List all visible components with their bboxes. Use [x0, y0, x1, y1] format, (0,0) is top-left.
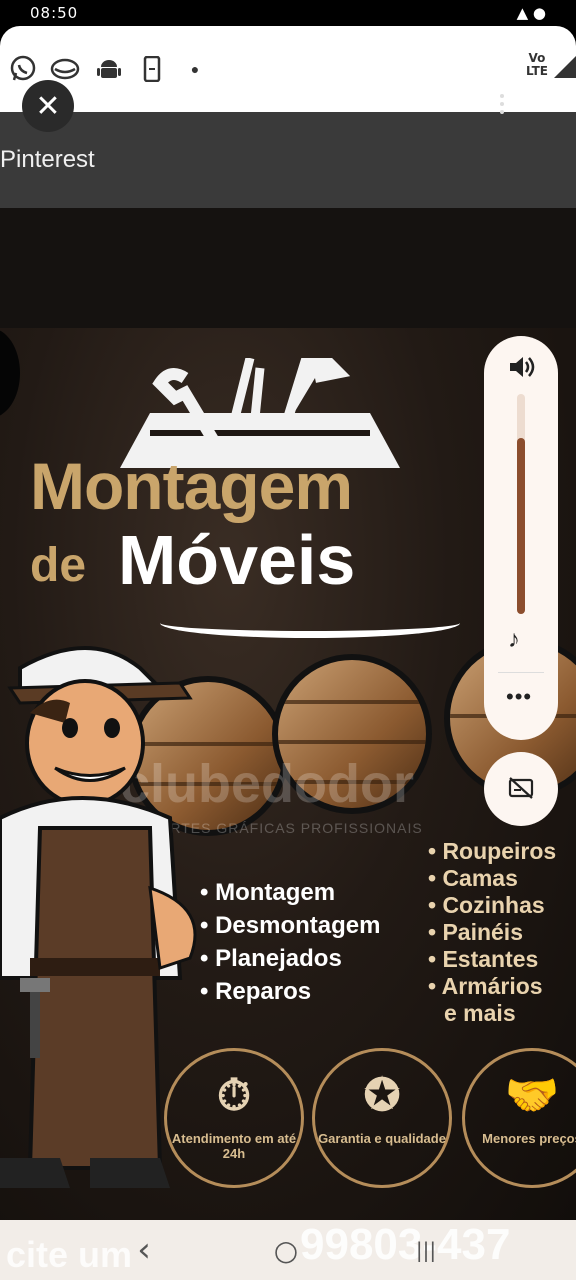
service-item: • Camas: [428, 865, 518, 891]
app-title: Pinterest: [0, 146, 95, 173]
poster-title-prefix: de: [30, 539, 87, 592]
captions-off-icon: [508, 776, 534, 799]
poster-edge: [0, 328, 20, 418]
volume-more-button[interactable]: •••: [506, 684, 532, 710]
badge-label: Atendimento em até 24h: [171, 1131, 297, 1161]
live-caption-button[interactable]: [484, 752, 558, 826]
badge-label: Garantia e qualidade: [318, 1131, 446, 1146]
home-button[interactable]: ○: [256, 1230, 316, 1270]
close-button[interactable]: ✕: [22, 80, 74, 132]
service-item: • Armários: [428, 973, 543, 999]
music-note-icon[interactable]: ♪: [508, 626, 520, 654]
phone-icon: [137, 54, 167, 84]
medal-icon: ✪: [363, 1071, 401, 1120]
poster-top-band: [0, 208, 576, 328]
title-underline: [160, 608, 460, 638]
services-right: • Roupeiros • Camas • Cozinhas • Painéis…: [428, 838, 556, 1027]
service-item: • Desmontagem: [200, 912, 381, 939]
poster-title-line1: Montagem: [30, 449, 353, 523]
service-item: • Planejados: [200, 945, 342, 972]
navigation-bar: ‹ ○ |||: [0, 1220, 576, 1280]
app-bar: ✕ Pinterest: [0, 80, 576, 208]
badge-guarantee: ✪ Garantia e qualidade: [312, 1048, 452, 1188]
status-icons: ▲ ●: [516, 4, 546, 22]
volume-panel: ♪ •••: [484, 336, 558, 740]
whatsapp-icon: [8, 54, 38, 84]
service-item: • Reparos: [200, 978, 312, 1005]
service-item: • Painéis: [428, 919, 523, 945]
android-icon: [94, 54, 124, 84]
clock: 08:50: [30, 4, 79, 22]
service-item: • Montagem: [200, 879, 336, 906]
badge-service-time: ⏱ Atendimento em até 24h: [164, 1048, 304, 1188]
back-button[interactable]: ‹: [114, 1230, 174, 1270]
more-options-icon[interactable]: [500, 94, 506, 118]
dot-icon: ●: [190, 61, 200, 77]
poster-title-line2: Móveis: [118, 521, 356, 599]
service-item: • Estantes: [428, 946, 539, 972]
recents-button[interactable]: |||: [396, 1230, 456, 1270]
network-indicator: Vo LTE: [526, 52, 548, 78]
handshake-icon: 🤝: [504, 1071, 560, 1120]
speaker-icon[interactable]: [506, 352, 536, 382]
service-item: e mais: [444, 1000, 516, 1026]
message-icon: [50, 54, 80, 84]
volume-level: [517, 438, 525, 614]
badge-label: Menores preços: [482, 1131, 576, 1146]
clock-24-icon: ⏱: [216, 1071, 252, 1120]
network-label-bottom: LTE: [525, 64, 548, 78]
notification-row: ● Vo LTE: [0, 26, 576, 112]
services-left: • Montagem • Desmontagem • Planejados • …: [200, 876, 380, 1008]
service-item: • Cozinhas: [428, 892, 545, 918]
volume-slider[interactable]: [517, 394, 525, 614]
signal-icon: [554, 56, 576, 78]
service-item: • Roupeiros: [428, 838, 557, 864]
divider: [498, 672, 544, 673]
status-bar: 08:50 ▲ ●: [0, 0, 576, 26]
badge-prices: 🤝 Menores preços: [462, 1048, 576, 1188]
